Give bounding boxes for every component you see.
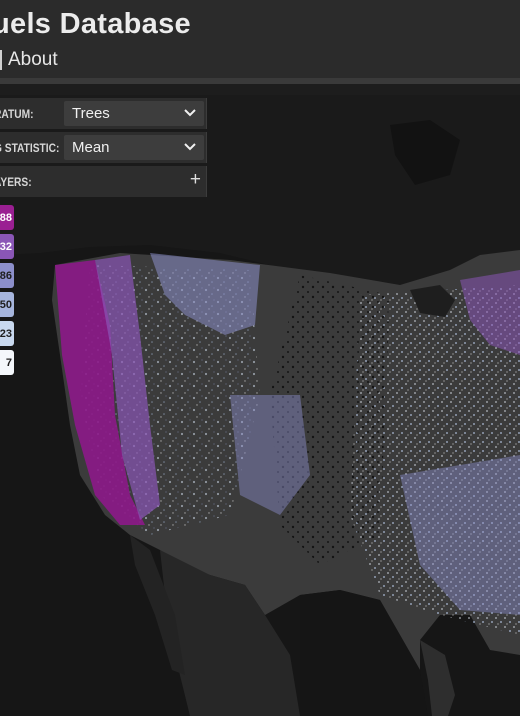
app-title: uels Database (0, 8, 191, 40)
stratum-row: RATUM: Trees (0, 98, 207, 129)
legend-item: 86 (0, 263, 14, 288)
stratum-label: RATUM: (0, 106, 34, 121)
stratum-select[interactable]: Trees (64, 101, 204, 126)
legend-item: 7 (0, 350, 14, 375)
nav-about-link[interactable]: About (8, 49, 58, 71)
nav-separator (0, 50, 2, 70)
map-legend: 88 32 86 50 23 7 (0, 205, 14, 379)
stratum-value: Trees (72, 105, 110, 122)
nav-bar: About (0, 48, 58, 72)
statistic-label: G STATISTIC: (0, 140, 60, 155)
statistic-value: Mean (72, 139, 110, 156)
plus-icon[interactable]: + (190, 169, 201, 191)
layers-row[interactable]: AYERS: + (0, 166, 207, 197)
header-divider (0, 78, 520, 84)
statistic-select[interactable]: Mean (64, 135, 204, 160)
legend-item: 32 (0, 234, 14, 259)
legend-item: 50 (0, 292, 14, 317)
statistic-row: G STATISTIC: Mean (0, 132, 207, 163)
chevron-down-icon (184, 109, 196, 117)
layers-label: AYERS: (0, 174, 32, 189)
legend-item: 23 (0, 321, 14, 346)
chevron-down-icon (184, 143, 196, 151)
legend-item: 88 (0, 205, 14, 230)
app-header: uels Database About (0, 0, 520, 80)
